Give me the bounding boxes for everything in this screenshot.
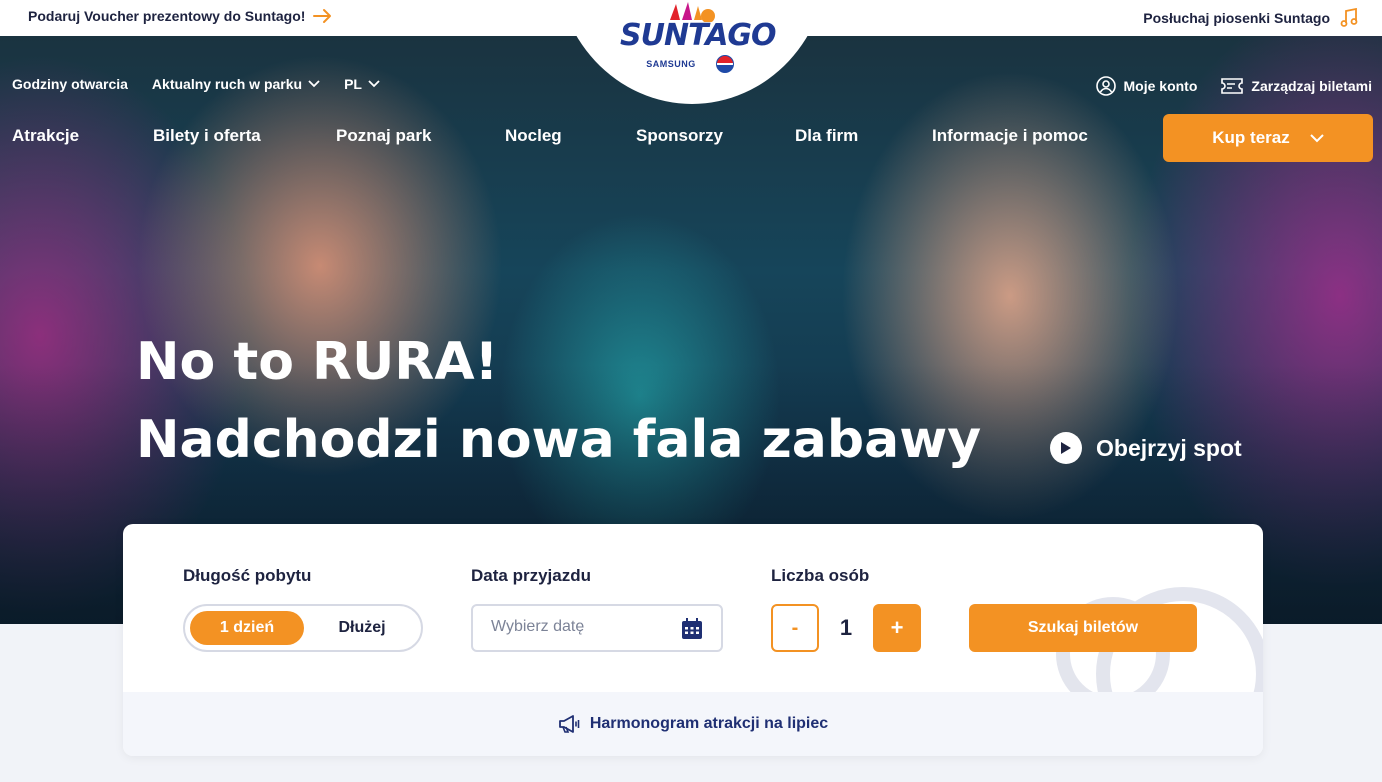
stay-option-one-day[interactable]: 1 dzień bbox=[190, 611, 304, 645]
stay-length-label: Długość pobytu bbox=[183, 566, 312, 585]
opening-hours-label: Godziny otwarcia bbox=[12, 76, 128, 92]
nav-item-business[interactable]: Dla firm bbox=[795, 126, 858, 146]
watch-spot-label: Obejrzyj spot bbox=[1096, 434, 1242, 461]
samsung-logo: SAMSUNG bbox=[646, 59, 696, 69]
nav-item-info-help[interactable]: Informacje i pomoc bbox=[932, 126, 1088, 146]
arrival-date-field[interactable] bbox=[471, 604, 723, 652]
search-tickets-button[interactable]: Szukaj biletów bbox=[969, 604, 1197, 652]
manage-tickets-label: Zarządzaj biletami bbox=[1251, 78, 1372, 94]
arrival-date-input[interactable] bbox=[491, 618, 671, 636]
buy-now-button[interactable]: Kup teraz bbox=[1163, 114, 1373, 162]
arrow-right-icon bbox=[313, 8, 333, 24]
park-traffic-dropdown[interactable]: Aktualny ruch w parku bbox=[152, 76, 320, 92]
decrease-people-button[interactable]: - bbox=[771, 604, 819, 652]
music-note-icon bbox=[1340, 8, 1358, 28]
calendar-icon[interactable] bbox=[681, 618, 703, 640]
logo-wordmark: SUNTAGO bbox=[620, 18, 777, 53]
song-link-label: Posłuchaj piosenki Suntago bbox=[1143, 10, 1330, 26]
people-count-value: 1 bbox=[839, 615, 853, 640]
schedule-link[interactable]: Harmonogram atrakcji na lipiec bbox=[123, 692, 1263, 756]
arrival-date-label: Data przyjazdu bbox=[471, 566, 591, 585]
chevron-down-icon bbox=[368, 80, 380, 88]
megaphone-icon bbox=[558, 715, 580, 733]
utility-nav: Godziny otwarcia Aktualny ruch w parku P… bbox=[12, 76, 380, 92]
sun-rays-icon bbox=[670, 2, 715, 22]
hero-title-line-2: Nadchodzi nowa fala zabawy bbox=[136, 410, 982, 470]
nav-item-attractions[interactable]: Atrakcje bbox=[12, 126, 79, 146]
chevron-down-icon bbox=[1310, 133, 1324, 142]
site-logo[interactable]: SUNTAGO SAMSUNG bbox=[620, 2, 777, 88]
sponsor-logos: SAMSUNG bbox=[620, 55, 760, 73]
my-account-link[interactable]: Moje konto bbox=[1095, 76, 1198, 96]
song-link[interactable]: Posłuchaj piosenki Suntago bbox=[1143, 8, 1358, 28]
stay-length-toggle: 1 dzień Dłużej bbox=[183, 604, 423, 652]
pepsi-logo bbox=[715, 55, 734, 73]
language-label: PL bbox=[344, 76, 362, 92]
nav-item-discover-park[interactable]: Poznaj park bbox=[336, 126, 431, 146]
voucher-link-label: Podaruj Voucher prezentowy do Suntago! bbox=[28, 8, 306, 24]
nav-item-accommodation[interactable]: Nocleg bbox=[505, 126, 562, 146]
my-account-label: Moje konto bbox=[1123, 78, 1198, 94]
buy-now-label: Kup teraz bbox=[1212, 128, 1290, 147]
account-nav: Moje konto Zarządzaj biletami bbox=[1095, 76, 1372, 96]
people-count-label: Liczba osób bbox=[771, 566, 870, 585]
stay-option-longer[interactable]: Dłużej bbox=[307, 611, 417, 645]
chevron-down-icon bbox=[308, 80, 320, 88]
manage-tickets-link[interactable]: Zarządzaj biletami bbox=[1221, 76, 1372, 96]
increase-people-button[interactable]: + bbox=[873, 604, 921, 652]
schedule-link-label: Harmonogram atrakcji na lipiec bbox=[589, 715, 829, 732]
booking-widget: Długość pobytu 1 dzień Dłużej Data przyj… bbox=[123, 524, 1263, 756]
hero-title-line-1: No to RURA! bbox=[136, 332, 499, 392]
opening-hours-link[interactable]: Godziny otwarcia bbox=[12, 76, 128, 92]
nav-item-sponsors[interactable]: Sponsorzy bbox=[636, 126, 723, 146]
hero-headline: No to RURA! Nadchodzi nowa fala zabawy bbox=[136, 330, 981, 472]
park-traffic-label: Aktualny ruch w parku bbox=[151, 76, 303, 92]
watch-spot-button[interactable]: Obejrzyj spot bbox=[1050, 432, 1242, 464]
nav-item-tickets[interactable]: Bilety i oferta bbox=[153, 126, 261, 146]
voucher-link[interactable]: Podaruj Voucher prezentowy do Suntago! bbox=[28, 8, 333, 24]
ticket-icon bbox=[1221, 78, 1244, 94]
language-dropdown[interactable]: PL bbox=[344, 76, 380, 92]
play-icon bbox=[1050, 432, 1082, 464]
user-icon bbox=[1095, 76, 1116, 96]
